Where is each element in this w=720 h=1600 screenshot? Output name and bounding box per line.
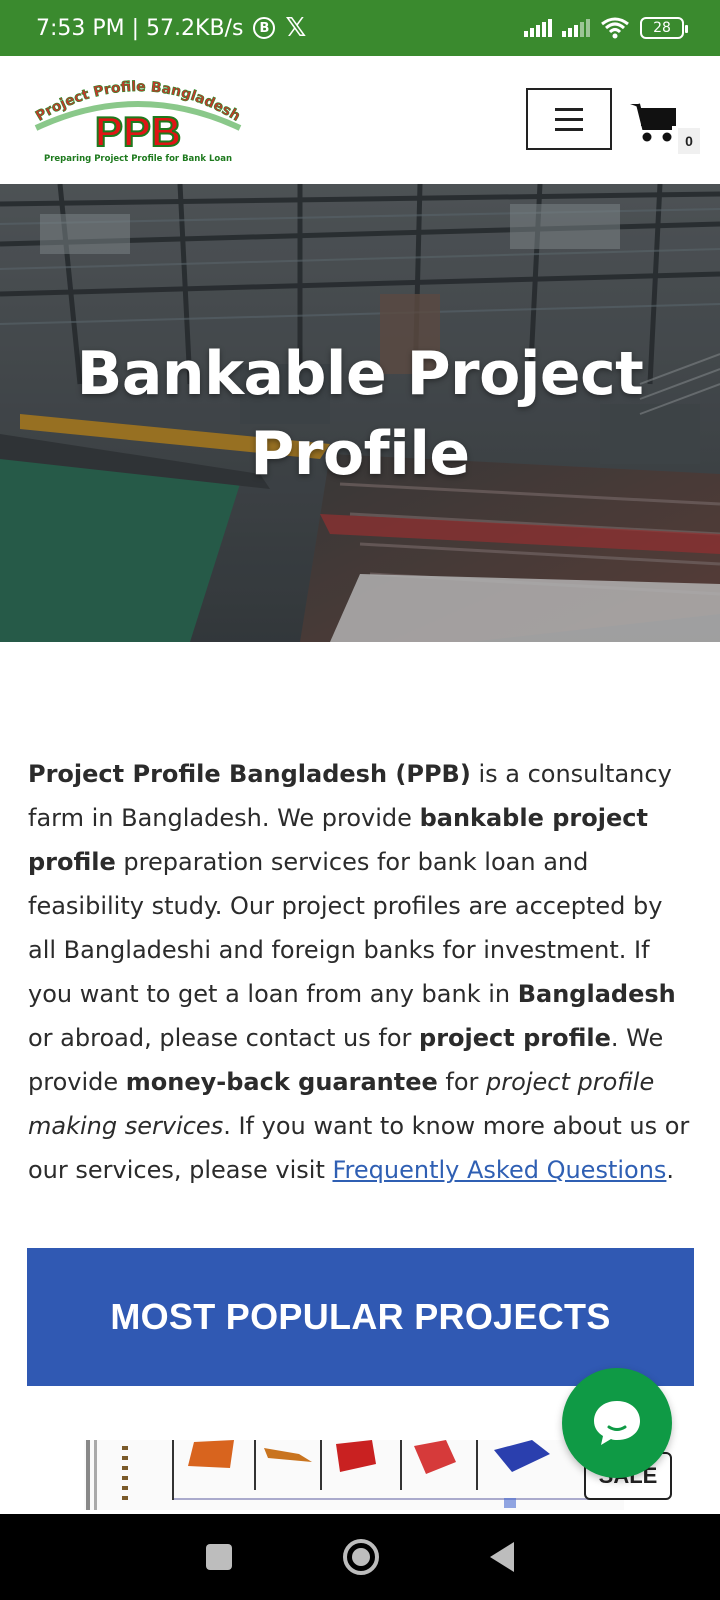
chat-button[interactable]	[562, 1368, 672, 1478]
status-bar: 7:53 PM | 57.2KB/s B 𝕏 28	[0, 0, 720, 56]
signal-icon	[524, 19, 552, 37]
x-app-icon: 𝕏	[285, 13, 307, 43]
wifi-icon	[601, 17, 629, 39]
menu-button[interactable]	[526, 88, 612, 150]
home-icon[interactable]	[342, 1539, 379, 1575]
most-popular-banner: MOST POPULAR PROJECTS	[27, 1248, 694, 1386]
hero-title: Bankable Project Profile	[0, 334, 720, 494]
hero-title-line2: Profile	[250, 419, 470, 489]
intro-paragraph: Project Profile Bangladesh (PPB) is a co…	[28, 760, 690, 1184]
hero-banner: Bankable Project Profile	[0, 184, 720, 642]
faq-link[interactable]: Frequently Asked Questions	[332, 1156, 666, 1184]
site-logo[interactable]: Project Profile Bangladesh PPB Preparing…	[28, 80, 248, 164]
back-icon[interactable]	[490, 1542, 515, 1572]
cart-count-badge: 0	[678, 128, 700, 154]
site-header: Project Profile Bangladesh PPB Preparing…	[0, 56, 720, 184]
intro-company-name: Project Profile Bangladesh (PPB)	[28, 760, 471, 788]
b-badge-icon: B	[253, 17, 276, 39]
signal-icon-2	[562, 19, 590, 37]
logo-main-text: PPB	[95, 108, 181, 155]
recent-apps-icon[interactable]	[205, 1544, 232, 1570]
product-thumbnail[interactable]	[84, 1440, 624, 1510]
hero-title-line1: Bankable Project	[76, 339, 644, 409]
shopping-cart-icon[interactable]	[630, 100, 678, 144]
most-popular-title: MOST POPULAR PROJECTS	[110, 1296, 611, 1337]
chat-bubble-icon	[594, 1401, 640, 1445]
status-time: 7:53 PM | 57.2KB/s	[36, 15, 244, 41]
logo-tagline: Preparing Project Profile for Bank Loan	[44, 154, 232, 164]
battery-level: 28	[653, 20, 671, 36]
system-nav-bar	[0, 1514, 720, 1600]
hamburger-icon	[555, 107, 583, 111]
battery-icon: 28	[640, 17, 688, 39]
